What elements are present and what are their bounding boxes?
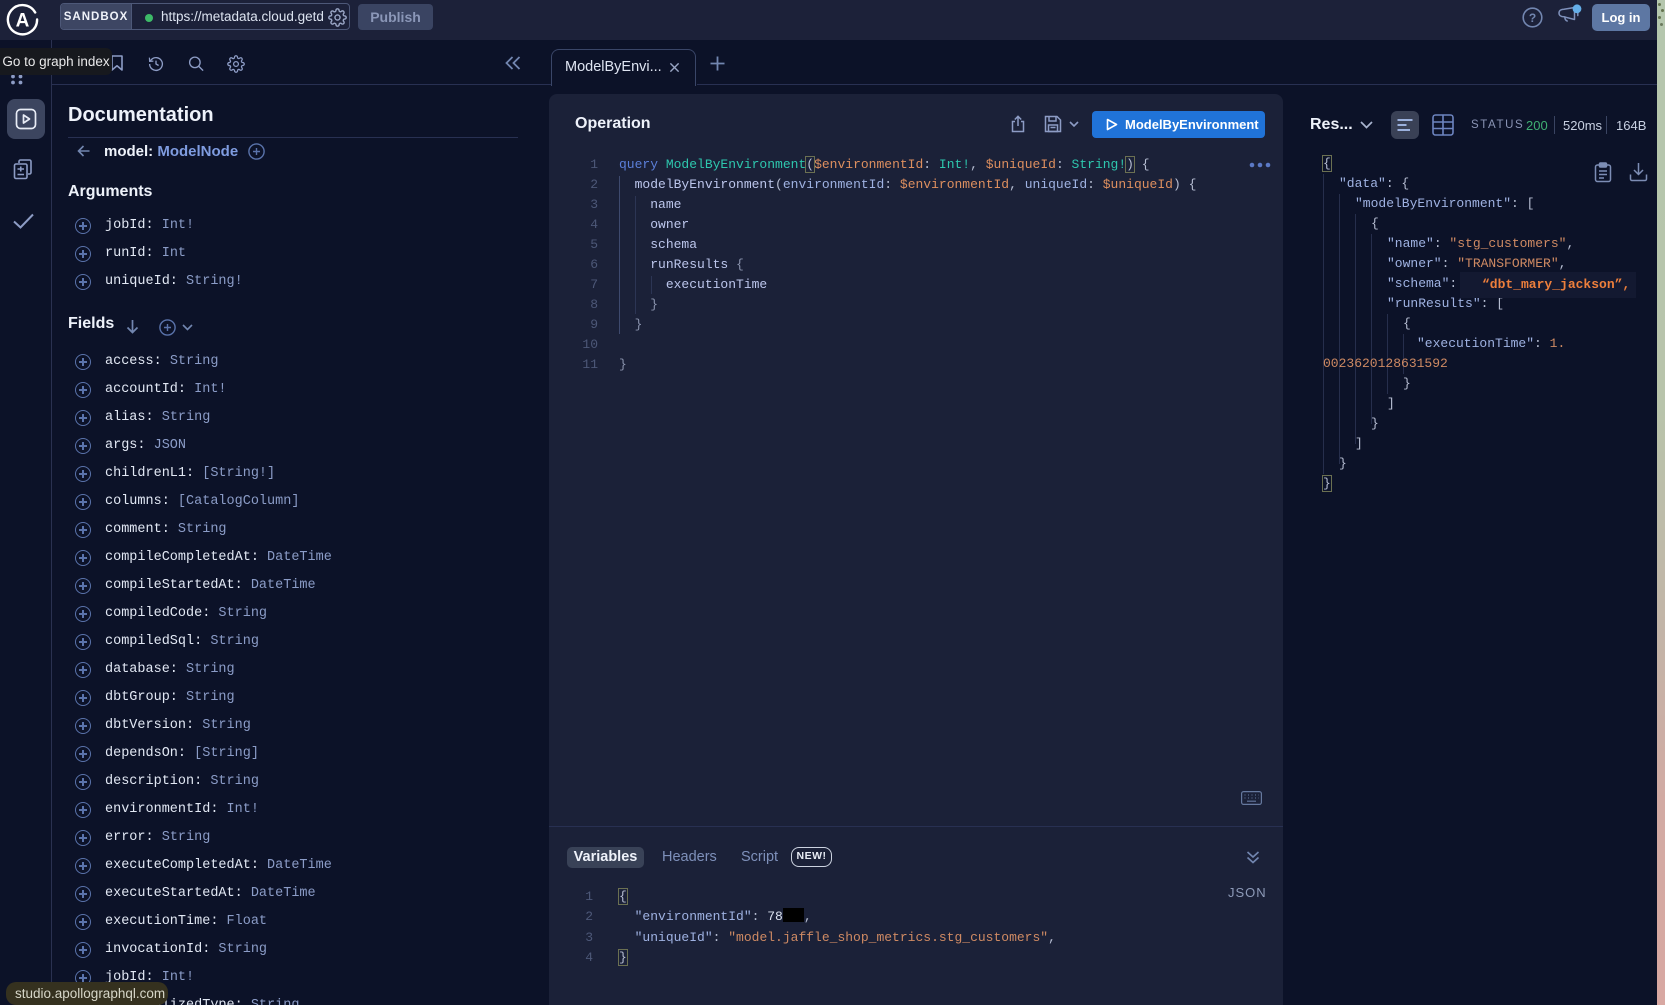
svg-text:?: ? <box>1529 11 1536 25</box>
svg-text:A: A <box>16 11 30 32</box>
